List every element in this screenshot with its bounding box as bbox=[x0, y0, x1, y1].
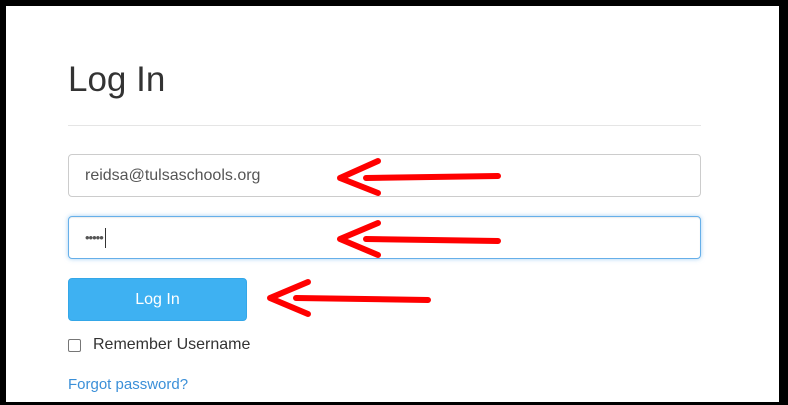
left-arrow-icon bbox=[337, 158, 501, 196]
remember-username[interactable]: Remember Username bbox=[68, 336, 250, 354]
login-button-label: Log In bbox=[135, 290, 180, 308]
title-divider bbox=[68, 125, 701, 126]
email-field-value: reidsa@tulsaschools.org bbox=[85, 166, 261, 184]
screenshot-frame: Log In reidsa@tulsaschools.org ••••• Log… bbox=[0, 0, 788, 405]
remember-username-label: Remember Username bbox=[93, 336, 251, 353]
left-arrow-icon bbox=[337, 220, 501, 258]
login-button[interactable]: Log In bbox=[68, 278, 247, 321]
left-arrow-icon bbox=[267, 279, 431, 317]
text-caret bbox=[104, 227, 106, 248]
forgot-password-link[interactable]: Forgot password? bbox=[68, 376, 188, 393]
remember-username-checkbox[interactable] bbox=[68, 338, 81, 352]
password-field-value: ••••• bbox=[85, 230, 104, 245]
page-title: Log In bbox=[68, 60, 166, 99]
